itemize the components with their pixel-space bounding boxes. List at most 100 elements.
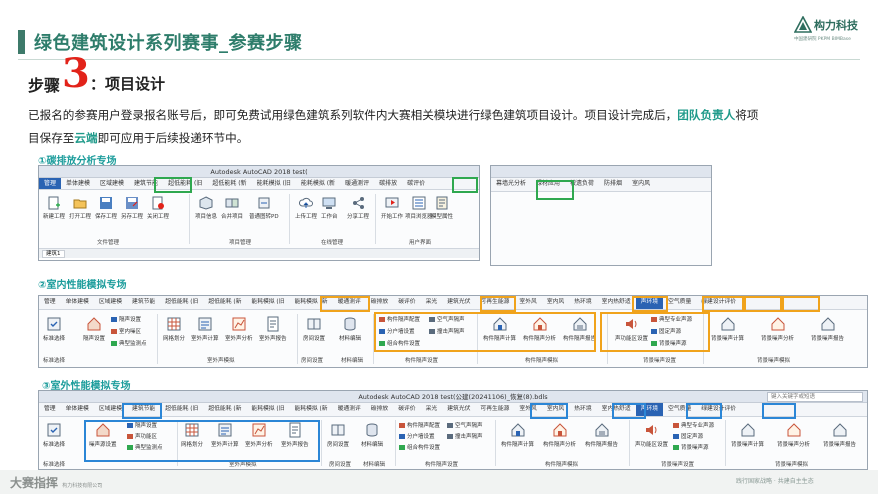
tab-carbon[interactable]: 碳排放 xyxy=(374,178,402,189)
tab-energy-saving[interactable]: 建筑节能 xyxy=(127,296,160,309)
sound-zone-button[interactable]: 声功能区设置 xyxy=(635,422,668,448)
tab-carbon-eval[interactable]: 碳评价 xyxy=(393,403,420,416)
tab-indoor-wind[interactable]: 室内风 xyxy=(627,178,655,191)
search-input[interactable]: 键入关键字或短语 xyxy=(767,392,863,402)
start-work-button[interactable]: 开始工作 xyxy=(381,196,403,220)
indoor-sound-setting-button[interactable]: 隔声设置 xyxy=(83,316,105,342)
room-setting-button[interactable]: 房间设置 xyxy=(303,316,325,342)
model-properties-button[interactable]: 模型属性 xyxy=(431,196,453,220)
small-item[interactable]: 固定声源 xyxy=(673,432,703,440)
small-item[interactable]: 背景噪声源 xyxy=(673,443,709,451)
tab-ultra-low-old[interactable]: 超低能耗 (旧 xyxy=(160,296,203,309)
tab-carbon-eval[interactable]: 碳评价 xyxy=(393,296,420,309)
tab-curtain-light[interactable]: 幕墙光分析 xyxy=(491,178,531,191)
tab-indoor-wind[interactable]: 室内风 xyxy=(542,296,569,309)
small-item[interactable]: 分户墙设置 xyxy=(399,432,435,440)
tab-single-model[interactable]: 单体建模 xyxy=(61,178,95,189)
tab-ultra-low-new[interactable]: 超低能耗 (新 xyxy=(207,178,251,189)
component-analysis-button[interactable]: 构件隔声分析 xyxy=(543,422,576,448)
standard-select-button[interactable]: 标准选择 xyxy=(43,422,65,448)
tab-energy-sim-new[interactable]: 能耗模拟 (新 xyxy=(290,403,333,416)
tab-renewable[interactable]: 可再生能源 xyxy=(475,403,514,416)
tab-energy-sim-old[interactable]: 能耗模拟 (旧 xyxy=(246,296,289,309)
tab-manage[interactable]: 管理 xyxy=(39,178,62,189)
tab-thermal[interactable]: 热环境 xyxy=(569,296,596,309)
background-analysis-button[interactable]: 背景噪声分析 xyxy=(761,316,794,342)
tab-ultra-low-old[interactable]: 超低能耗 (旧 xyxy=(160,403,203,416)
logo-name: 构力科技 xyxy=(814,19,858,32)
background-analysis-button[interactable]: 背景噪声分析 xyxy=(777,422,810,448)
tab-hvac[interactable]: 暖通测评 xyxy=(333,403,366,416)
project-info-button[interactable]: 项目信息 xyxy=(195,196,217,220)
tab-area-model[interactable]: 区域建模 xyxy=(95,178,129,189)
tab-carbon-eval[interactable]: 碳评价 xyxy=(402,178,430,189)
tab-daylight[interactable]: 采光 xyxy=(421,403,443,416)
component-report-button[interactable]: 构件隔声报告 xyxy=(585,422,618,448)
grid-divide-button[interactable]: 网格划分 xyxy=(163,316,185,342)
folder-icon xyxy=(73,199,87,209)
footer-left-sub: 构力科技有限公司 xyxy=(62,483,103,489)
tab-daylight[interactable]: 采光 xyxy=(421,296,443,309)
tab-energy-sim-old[interactable]: 能耗模拟 (旧 xyxy=(252,178,296,189)
small-item[interactable]: 撞击声隔声 xyxy=(447,432,483,440)
button-label: 分享工程 xyxy=(347,214,370,220)
tab-manage[interactable]: 管理 xyxy=(39,296,61,309)
small-item[interactable]: 空气声隔声 xyxy=(447,421,483,429)
tab-air-quality[interactable]: 空气质量 xyxy=(663,296,696,309)
outdoor-sound-report-button[interactable]: 室外声报告 xyxy=(259,316,287,342)
speaker-icon xyxy=(645,425,656,435)
new-project-button[interactable]: 新建工程 xyxy=(43,196,65,220)
tab-single-model[interactable]: 单体建模 xyxy=(61,296,94,309)
background-calc-button[interactable]: 背景噪声计算 xyxy=(711,316,744,342)
small-item[interactable]: 组合构件设置 xyxy=(399,443,440,451)
bg-report-icon xyxy=(821,317,834,331)
background-report-button[interactable]: 背景噪声报告 xyxy=(811,316,844,342)
outdoor-sound-calc-button[interactable]: 室外声计算 xyxy=(191,316,219,342)
tab-ultra-low-new[interactable]: 超低能耗 (新 xyxy=(203,403,246,416)
save-project-button[interactable]: 保存工程 xyxy=(95,196,117,220)
open-project-button[interactable]: 打开工程 xyxy=(69,196,91,220)
standard-select-button[interactable]: 标准选择 xyxy=(43,316,65,342)
tab-thermal[interactable]: 热环境 xyxy=(569,403,596,416)
button-label: 合并项目 xyxy=(221,214,244,220)
upload-project-button[interactable]: 上传工程 xyxy=(295,196,317,220)
outdoor-sound-analysis-button[interactable]: 室外声分析 xyxy=(225,316,253,342)
tab-energy-sim-old[interactable]: 能耗模拟 (旧 xyxy=(246,403,289,416)
close-project-button[interactable]: 关闭工程 xyxy=(147,196,169,220)
wall-calc-icon xyxy=(511,423,524,437)
button-label: 背景噪声报告 xyxy=(823,442,857,448)
tab-thermal-comfort[interactable]: 室内热舒适 xyxy=(597,296,636,309)
tab-outdoor-wind[interactable]: 室外风 xyxy=(514,296,541,309)
tab-hvac[interactable]: 暖通测评 xyxy=(340,178,374,189)
tab-energy-sim-new[interactable]: 能耗模拟 (新 xyxy=(296,178,340,189)
document-tab[interactable]: 建筑1 xyxy=(42,250,65,258)
background-calc-button[interactable]: 背景噪声计算 xyxy=(731,422,764,448)
material-edit-button[interactable]: 材料编辑 xyxy=(339,316,361,342)
workbench-button[interactable]: 工作台 xyxy=(321,196,338,220)
tab-single-model[interactable]: 单体建模 xyxy=(61,403,94,416)
small-item[interactable]: 隔声设置 xyxy=(111,315,141,323)
tab-carbon[interactable]: 碳排放 xyxy=(366,403,393,416)
small-item[interactable]: 构件隔声配置 xyxy=(399,421,440,429)
tab-manage[interactable]: 管理 xyxy=(39,403,61,416)
share-project-button[interactable]: 分享工程 xyxy=(347,196,369,220)
small-item[interactable]: 室内噪区 xyxy=(111,327,141,335)
project-browser-button[interactable]: 项目浏览器 xyxy=(405,196,433,220)
tab-ultra-low-new[interactable]: 超低能耗 (新 xyxy=(203,296,246,309)
convert-drawing-button[interactable]: 普通图转PD xyxy=(249,196,279,220)
tab-area-model[interactable]: 区域建模 xyxy=(94,296,127,309)
small-item[interactable]: 典型监测点 xyxy=(111,339,147,347)
component-calc-button[interactable]: 构件隔声计算 xyxy=(501,422,534,448)
tab-pv[interactable]: 建筑光伏 xyxy=(442,296,475,309)
button-label: 房间设置 xyxy=(327,442,350,448)
save-as-button[interactable]: 另存工程 xyxy=(121,196,143,220)
footer-slogan: 践行国家战略 · 共建自主生态 xyxy=(736,478,814,485)
tab-pv[interactable]: 建筑光伏 xyxy=(442,403,475,416)
material-edit-button[interactable]: 材料编辑 xyxy=(361,422,383,448)
small-item[interactable]: 典型专业声源 xyxy=(673,421,714,429)
background-report-button[interactable]: 背景噪声报告 xyxy=(823,422,856,448)
tab-smoke[interactable]: 防排烟 xyxy=(599,178,627,191)
merge-project-button[interactable]: 合并项目 xyxy=(221,196,243,220)
house-sound-icon xyxy=(87,317,101,331)
room-setting-button[interactable]: 房间设置 xyxy=(327,422,349,448)
